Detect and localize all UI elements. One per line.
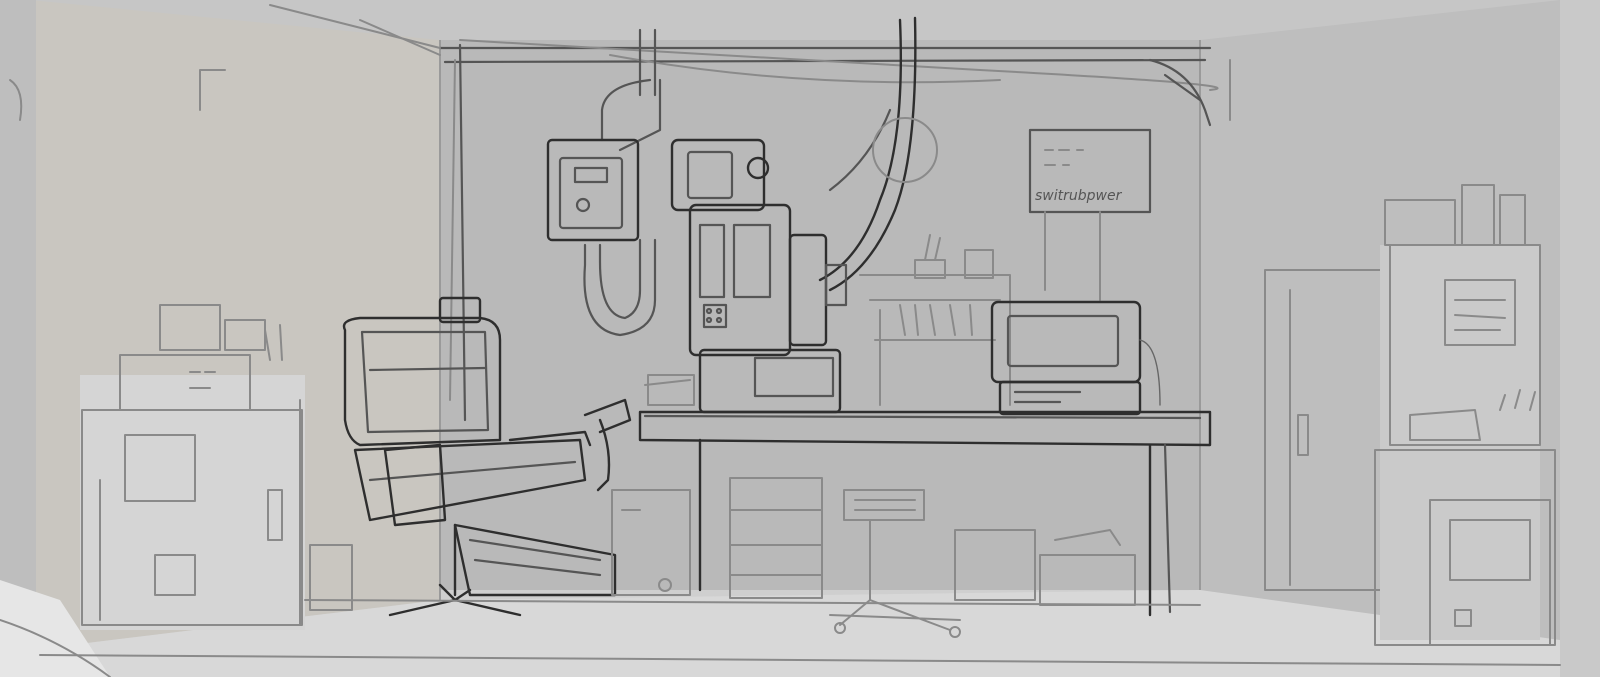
left-edge-wall xyxy=(0,0,36,677)
sketch-scene: switrubpwer xyxy=(0,0,1600,677)
whiteboard-scribble: switrubpwer xyxy=(1035,188,1123,204)
left-cabinet-fill xyxy=(80,375,305,630)
right-pillar xyxy=(1560,0,1600,677)
